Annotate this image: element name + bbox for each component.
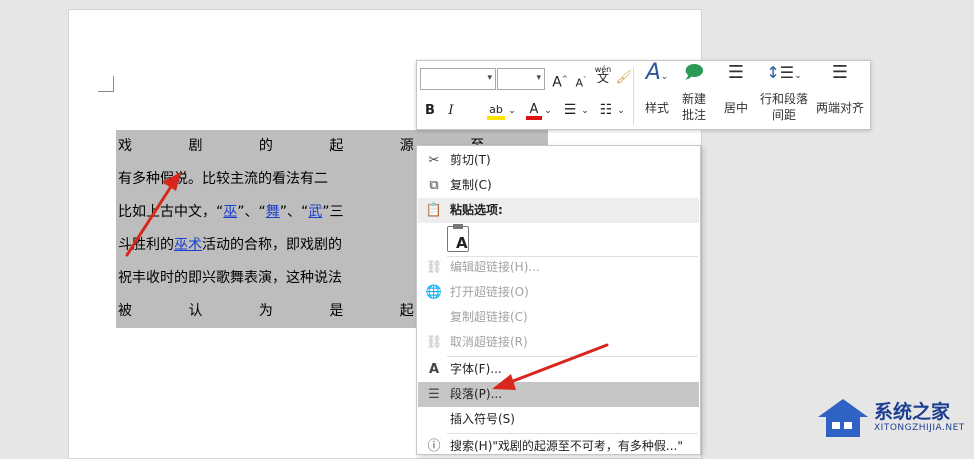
justify-button[interactable]: ☰ 两端对齐 bbox=[813, 62, 867, 116]
watermark-house-icon bbox=[818, 399, 868, 437]
menu-label: 段落(P)... bbox=[450, 387, 503, 401]
menu-item-cut[interactable]: ✂ 剪切(T) bbox=[418, 148, 699, 173]
shrink-font-icon[interactable]: Aˇ bbox=[572, 71, 590, 93]
hyperlink-dance[interactable]: 舞 bbox=[266, 204, 280, 220]
chevron-down-icon[interactable]: ▾ bbox=[487, 73, 492, 83]
menu-item-paragraph[interactable]: ☰ 段落(P)... bbox=[418, 382, 699, 407]
phonetic-char: 文 bbox=[596, 71, 609, 85]
menu-label: 打开超链接(O) bbox=[450, 285, 529, 299]
chevron-down-icon[interactable]: ⌄ bbox=[508, 102, 516, 120]
highlight-color-bar bbox=[487, 116, 505, 120]
menu-label: 搜索(H)"戏剧的起源至不可考，有多种假..." bbox=[450, 439, 683, 453]
menu-label: 编辑超链接(H)... bbox=[450, 260, 540, 274]
grow-font-icon[interactable]: A^ bbox=[551, 70, 569, 92]
font-name-combo[interactable]: ▾ bbox=[420, 68, 496, 90]
font-color-button[interactable]: A bbox=[526, 101, 542, 120]
bold-button[interactable]: B bbox=[423, 102, 437, 120]
line-spacing-label: 间距 bbox=[771, 108, 796, 122]
italic-button[interactable]: I bbox=[444, 102, 458, 120]
menu-label: 剪切(T) bbox=[450, 153, 491, 167]
menu-item-copy[interactable]: ⧉ 复制(C) bbox=[418, 173, 699, 198]
center-align-button[interactable]: ☰ 居中 bbox=[719, 62, 753, 116]
styles-label: 样式 bbox=[644, 101, 669, 115]
hyperlink-wu[interactable]: 巫 bbox=[223, 204, 237, 220]
shrink-font-glyph: A bbox=[575, 76, 584, 90]
menu-item-paste-options: 📋 粘贴选项: bbox=[418, 198, 699, 223]
bullets-icon[interactable]: ☰ bbox=[561, 101, 579, 119]
numbering-icon[interactable]: ☷ bbox=[597, 101, 615, 119]
justify-label: 两端对齐 bbox=[815, 101, 864, 115]
context-menu: ✂ 剪切(T) ⧉ 复制(C) 📋 粘贴选项: A ⛓ 编辑超链接(H)... … bbox=[416, 145, 701, 455]
highlight-glyph: ab bbox=[489, 103, 503, 116]
watermark-name: 系统之家 bbox=[874, 401, 951, 423]
paste-keep-text-only-button[interactable]: A bbox=[447, 224, 469, 252]
text-segment: ”三 bbox=[322, 204, 344, 220]
toolbar-separator bbox=[633, 67, 634, 125]
chevron-down-icon[interactable]: ⌄ bbox=[544, 102, 552, 120]
font-icon: A bbox=[428, 362, 440, 377]
menu-label: 粘贴选项: bbox=[450, 203, 503, 217]
menu-item-remove-hyperlink[interactable]: ⛓ 取消超链接(R) bbox=[418, 330, 699, 355]
new-comment-button[interactable]: 🗩 新建 批注 bbox=[677, 62, 711, 123]
hyperlink-martial[interactable]: 武 bbox=[308, 204, 322, 220]
menu-item-font[interactable]: A 字体(F)... bbox=[418, 357, 699, 382]
link-open-icon: 🌐 bbox=[425, 285, 443, 300]
text-segment: 比如上古中文，“ bbox=[118, 204, 224, 220]
font-color-glyph: A bbox=[529, 102, 539, 117]
hyperlink-wushu[interactable]: 巫术 bbox=[174, 237, 202, 253]
chevron-down-icon[interactable]: ⌄ bbox=[617, 102, 625, 120]
text-segment: ”、“ bbox=[237, 204, 266, 220]
phonetic-guide-icon[interactable]: wén 文 bbox=[593, 65, 613, 84]
text-segment: 斗胜利的 bbox=[118, 237, 174, 253]
comment-icon: 🗩 bbox=[684, 62, 704, 83]
unlink-icon: ⛓ bbox=[425, 335, 443, 350]
menu-item-copy-hyperlink[interactable]: 复制超链接(C) bbox=[418, 305, 699, 330]
align-center-icon: ☰ bbox=[727, 62, 745, 83]
paste-option-glyph: A bbox=[456, 234, 468, 252]
grow-font-glyph: A bbox=[552, 74, 562, 91]
menu-item-insert-symbol[interactable]: 插入符号(S) bbox=[418, 407, 699, 432]
styles-button[interactable]: A⌄ 样式 bbox=[639, 60, 675, 116]
menu-label: 取消超链接(R) bbox=[450, 335, 528, 349]
menu-item-open-hyperlink[interactable]: 🌐 打开超链接(O) bbox=[418, 280, 699, 305]
watermark-logo: 系统之家 XITONGZHIJIA.NET bbox=[812, 393, 974, 447]
copy-icon: ⧉ bbox=[429, 178, 439, 193]
text-segment: 活动的合称，即戏剧的 bbox=[202, 237, 342, 253]
scissors-icon: ✂ bbox=[428, 153, 440, 168]
line-spacing-button[interactable]: ↕☰⌄ 行和段落 间距 bbox=[757, 65, 811, 123]
chevron-down-icon[interactable]: ▾ bbox=[536, 73, 541, 83]
menu-item-edit-hyperlink[interactable]: ⛓ 编辑超链接(H)... bbox=[418, 255, 699, 280]
line-spacing-icon: ↕☰⌄ bbox=[766, 63, 802, 82]
menu-label: 字体(F)... bbox=[450, 362, 502, 376]
new-comment-label: 批注 bbox=[681, 108, 706, 122]
paragraph-icon: ☰ bbox=[428, 387, 440, 402]
page-corner-mark bbox=[98, 76, 114, 92]
chevron-down-icon[interactable]: ⌄ bbox=[581, 102, 589, 120]
font-size-combo[interactable]: ▾ bbox=[497, 68, 545, 90]
text-segment: ”、“ bbox=[279, 204, 309, 220]
new-comment-label: 新建 bbox=[681, 92, 706, 106]
menu-label: 复制超链接(C) bbox=[450, 310, 528, 324]
format-painter-icon[interactable]: 🖌 bbox=[615, 69, 633, 87]
clipboard-clip bbox=[453, 224, 463, 229]
link-edit-icon: ⛓ bbox=[425, 260, 443, 275]
menu-label: 复制(C) bbox=[450, 178, 492, 192]
styles-icon: A⌄ bbox=[645, 60, 669, 85]
center-label: 居中 bbox=[723, 101, 748, 115]
line-spacing-label: 行和段落 bbox=[759, 92, 808, 106]
highlight-button[interactable]: ab bbox=[487, 101, 505, 120]
watermark-url: XITONGZHIJIA.NET bbox=[874, 423, 965, 433]
floating-mini-toolbar: ▾ ▾ A^ Aˇ wén 文 🖌 B I ab ⌄ A ⌄ ☰ ⌄ ☷ ⌄ A⌄… bbox=[416, 60, 871, 130]
justify-icon: ☰ bbox=[831, 62, 849, 83]
paste-icon: 📋 bbox=[425, 203, 443, 218]
menu-label: 插入符号(S) bbox=[450, 412, 515, 426]
